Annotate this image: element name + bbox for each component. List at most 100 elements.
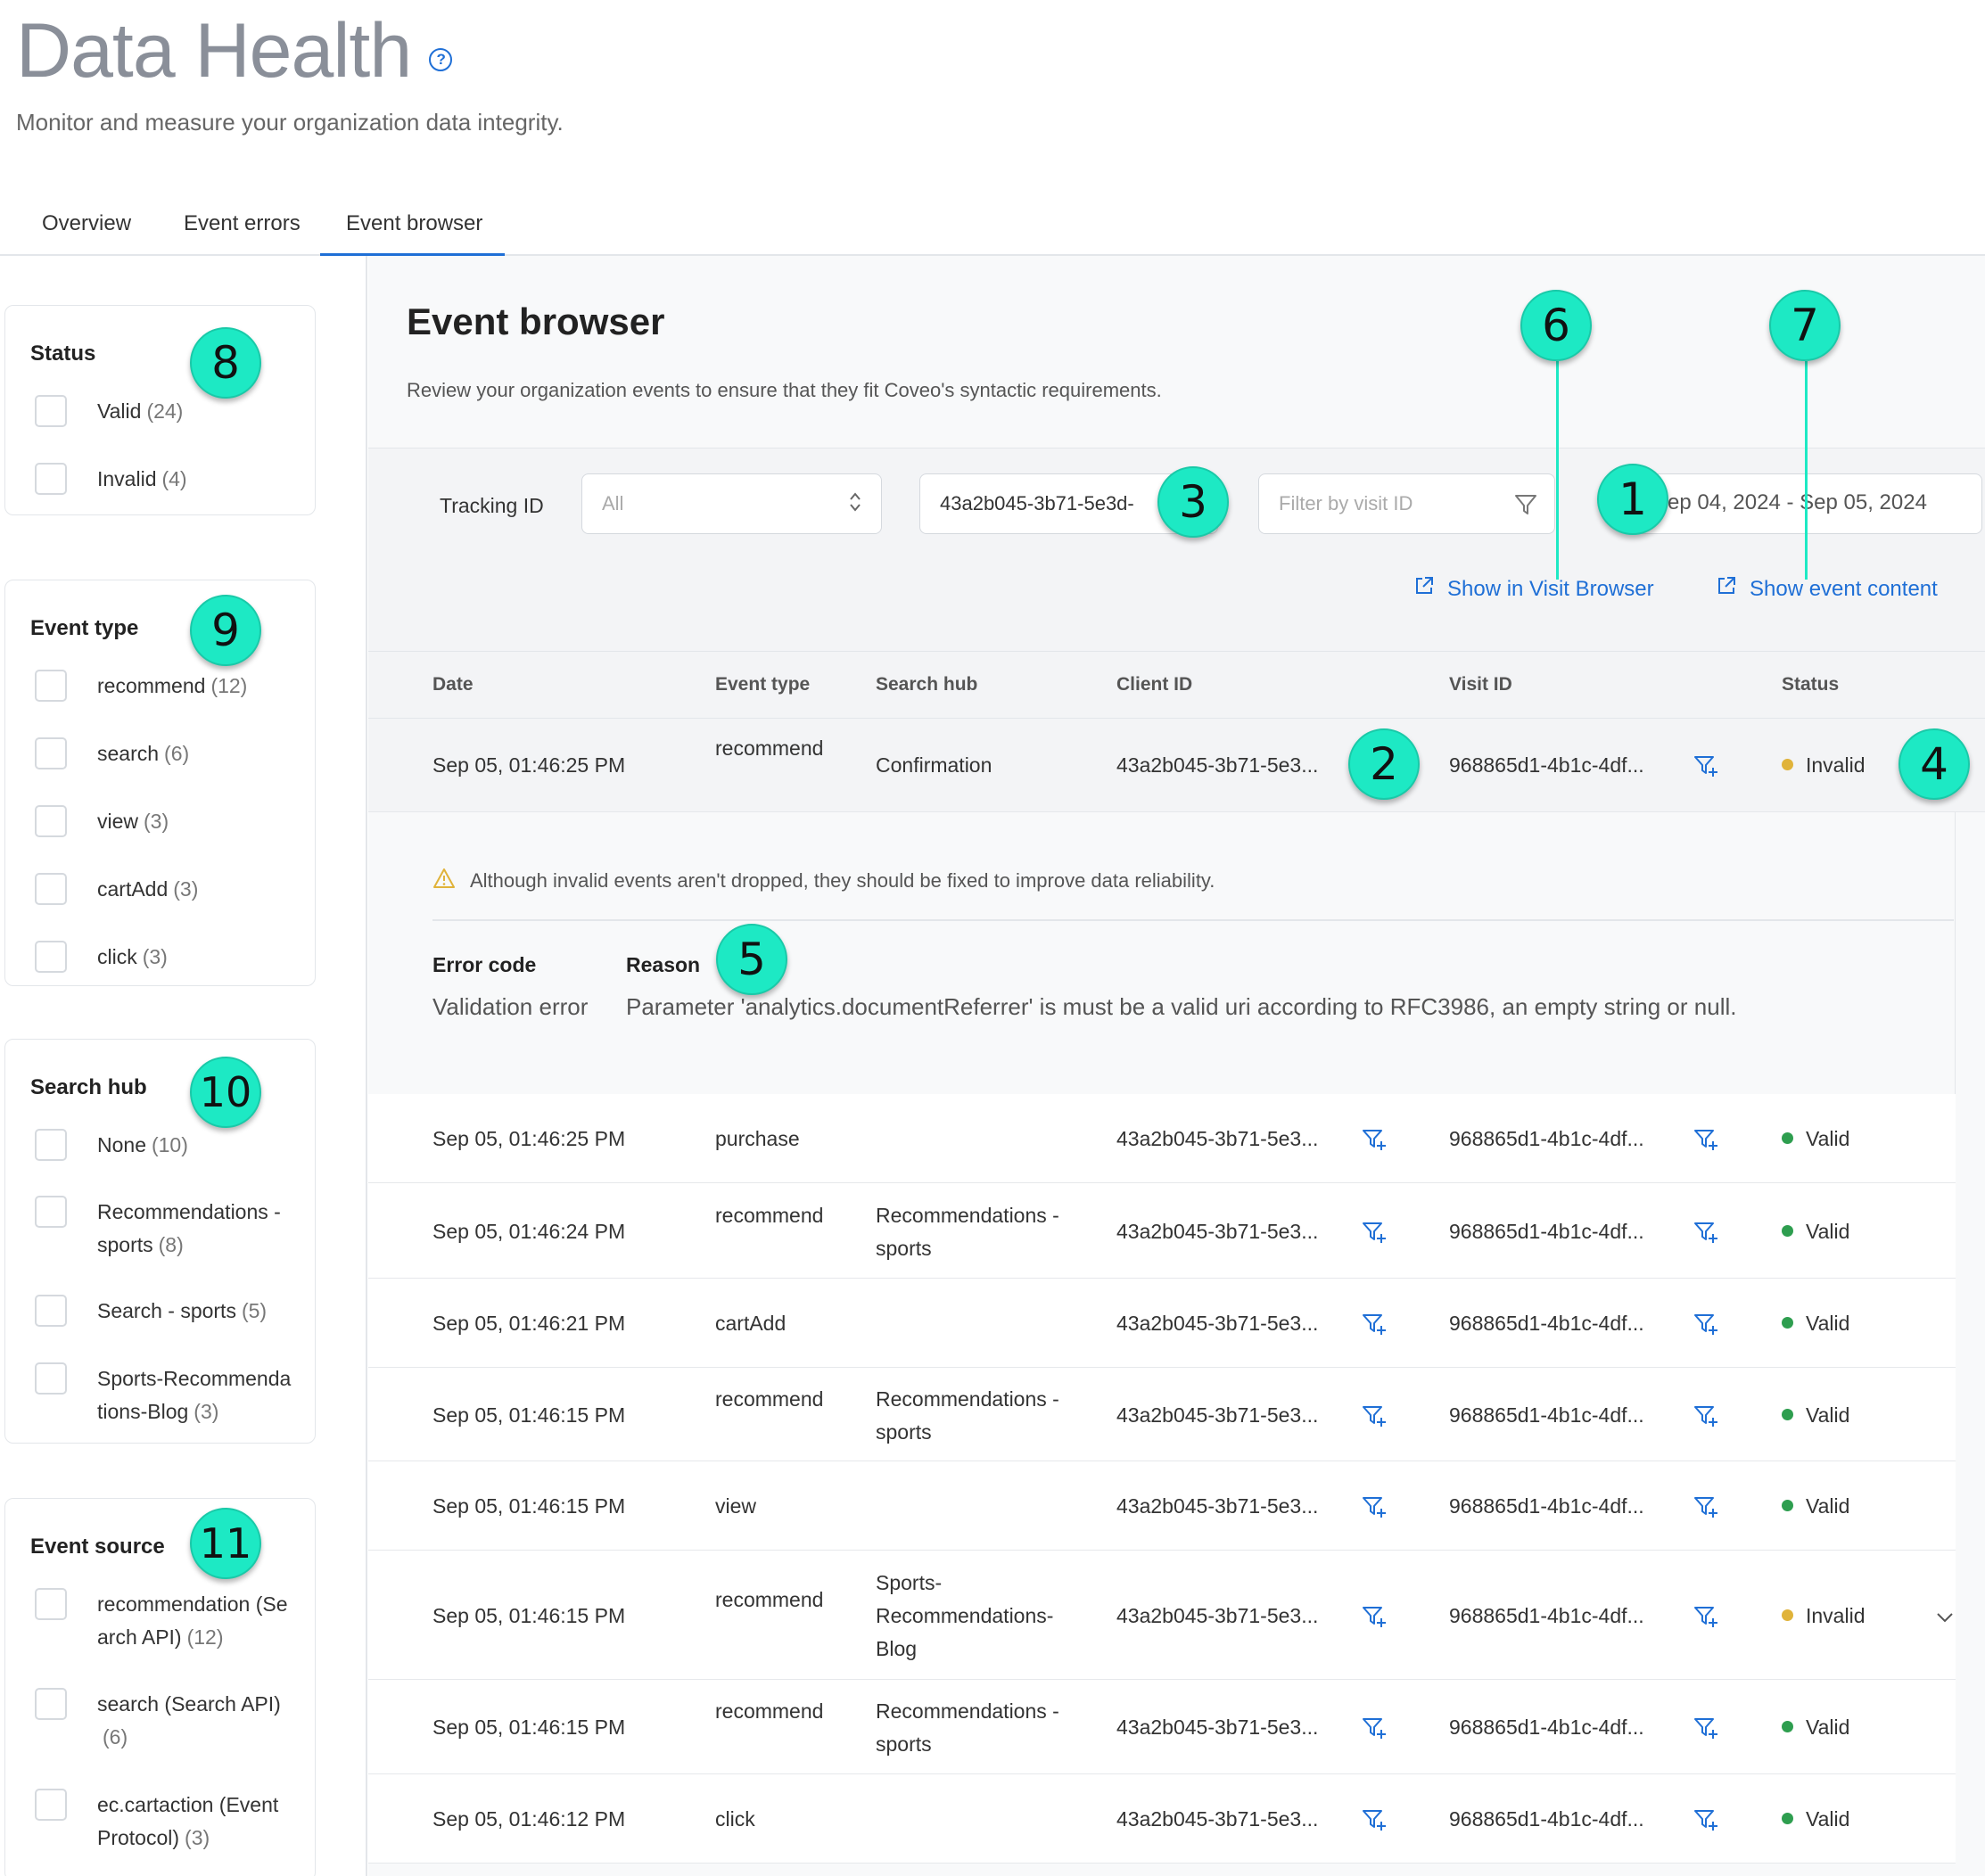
filter-add-icon[interactable] (1693, 1220, 1718, 1249)
callout-badge-1: 1 (1597, 464, 1668, 535)
checkbox[interactable] (35, 873, 67, 905)
show-event-content-link[interactable]: Show event content (1716, 575, 1938, 603)
column-header-status[interactable]: Status (1782, 674, 1839, 695)
tracking-id-select[interactable]: All (581, 473, 882, 534)
filter-add-icon[interactable] (1693, 1494, 1718, 1524)
table-row[interactable]: Sep 05, 01:46:15 PM recommend Sports-Recom… (368, 1551, 1956, 1680)
page-subtitle: Monitor and measure your organization da… (16, 109, 564, 136)
filter-add-icon[interactable] (1693, 1604, 1718, 1633)
facet-item-search-search-api[interactable]: search (Search API) (6) (35, 1688, 293, 1754)
facet-item-label: search (Search API) (97, 1692, 281, 1716)
chevron-down-icon[interactable] (1936, 1609, 1954, 1629)
facet-item-count: (12) (210, 674, 248, 697)
filter-add-icon[interactable] (1693, 1716, 1718, 1745)
cell-client-id: 43a2b045-3b71-5e3... (1116, 1312, 1319, 1335)
checkbox[interactable] (35, 1362, 67, 1395)
checkbox[interactable] (35, 395, 67, 427)
column-header-date[interactable]: Date (432, 674, 474, 695)
facet-item-search[interactable]: search (6) (35, 737, 293, 770)
facet-item-recommendation-search-api[interactable]: recommendation (Search API) (12) (35, 1588, 293, 1654)
reason-header: Reason (626, 953, 701, 976)
section-description: Review your organization events to ensur… (407, 379, 1162, 401)
table-row-expanded[interactable]: Sep 05, 01:46:25 PM recommend Confirmati… (368, 719, 1985, 812)
facet-title: Search hub (30, 1075, 147, 1099)
status-dot (1782, 1813, 1793, 1825)
cell-visit-id: 968865d1-4b1c-4df... (1449, 1494, 1644, 1518)
checkbox[interactable] (35, 941, 67, 973)
table-row[interactable]: Sep 05, 01:46:15 PM recommend Recommendati… (368, 1368, 1956, 1461)
facet-item-none[interactable]: None (10) (35, 1129, 293, 1162)
checkbox[interactable] (35, 1688, 67, 1720)
status-label: Valid (1806, 1219, 1850, 1243)
client-id-value: 43a2b045-3b71-5e3d- (940, 492, 1134, 514)
callout-badge-3: 3 (1157, 466, 1229, 538)
checkbox[interactable] (35, 1295, 67, 1327)
filter-add-icon[interactable] (1362, 1312, 1387, 1341)
filter-add-icon[interactable] (1362, 1807, 1387, 1837)
facet-item-recommendations-sports[interactable]: Recommendations - sports (8) (35, 1196, 293, 1262)
filter-add-icon[interactable] (1362, 1716, 1387, 1745)
section-title: Event browser (407, 300, 665, 342)
filter-add-icon[interactable] (1362, 1127, 1387, 1156)
divider (432, 919, 1954, 921)
tab-event-errors[interactable]: Event errors (184, 211, 301, 256)
table-row[interactable]: Sep 05, 01:46:25 PM purchase 43a2b045-3b71… (368, 1094, 1956, 1183)
facet-item-recommend[interactable]: recommend (12) (35, 670, 293, 703)
checkbox[interactable] (35, 1588, 67, 1620)
checkbox[interactable] (35, 463, 67, 495)
facet-item-cartadd[interactable]: cartAdd (3) (35, 873, 293, 906)
status-dot (1782, 1500, 1793, 1512)
facet-item-search-sports[interactable]: Search - sports (5) (35, 1295, 293, 1328)
filter-add-icon[interactable] (1693, 753, 1718, 783)
table-row[interactable]: Sep 05, 01:46:15 PM recommend Recommendati… (368, 1680, 1956, 1774)
facet-item-view[interactable]: view (3) (35, 805, 293, 838)
show-in-visit-browser-link[interactable]: Show in Visit Browser (1413, 575, 1654, 603)
facet-item-sports-recommendations-blog[interactable]: Sports-Recommendations-Blog (3) (35, 1362, 293, 1428)
column-header-event-type[interactable]: Event type (715, 674, 810, 695)
status-dot (1782, 1317, 1793, 1329)
checkbox[interactable] (35, 670, 67, 702)
checkbox[interactable] (35, 805, 67, 837)
column-header-visit-id[interactable]: Visit ID (1449, 674, 1512, 695)
table-row[interactable]: Sep 05, 01:46:15 PM view 43a2b045-3b71-5e3… (368, 1461, 1956, 1551)
filter-add-icon[interactable] (1362, 1220, 1387, 1249)
table-row[interactable]: Sep 05, 01:46:12 PM click 43a2b045-3b71-5e… (368, 1774, 1956, 1864)
date-range-picker[interactable]: Sep 04, 2024 - Sep 05, 2024 (1626, 473, 1982, 534)
show-event-content-label: Show event content (1750, 576, 1938, 601)
filter-add-icon[interactable] (1362, 1604, 1387, 1633)
checkbox[interactable] (35, 1789, 67, 1821)
cell-search-hub: Confirmation (876, 753, 992, 777)
filter-add-icon[interactable] (1693, 1807, 1718, 1837)
cell-visit-id: 968865d1-4b1c-4df... (1449, 1807, 1644, 1831)
facet-item-count: (3) (142, 945, 168, 968)
facet-item-ec-cartaction[interactable]: ec.cartaction (Event Protocol) (3) (35, 1789, 293, 1855)
table-row[interactable]: Sep 05, 01:46:24 PM recommend Recommendati… (368, 1183, 1956, 1279)
visit-id-input[interactable]: Filter by visit ID (1258, 473, 1555, 534)
filter-add-icon[interactable] (1362, 1403, 1387, 1433)
table-row[interactable]: Sep 05, 01:46:21 PM cartAdd 43a2b045-3b71-… (368, 1279, 1956, 1368)
checkbox[interactable] (35, 737, 67, 769)
facet-item-count: (10) (151, 1133, 188, 1156)
filter-add-icon[interactable] (1693, 1127, 1718, 1156)
facet-item-click[interactable]: click (3) (35, 941, 293, 974)
filter-add-icon[interactable] (1362, 1494, 1387, 1524)
tab-event-browser[interactable]: Event browser (320, 211, 505, 256)
cell-search-hub: Sports-Recommendations-Blog (876, 1570, 1054, 1660)
column-header-search-hub[interactable]: Search hub (876, 674, 977, 695)
column-header-client-id[interactable]: Client ID (1116, 674, 1192, 695)
facet-item-invalid[interactable]: Invalid (4) (35, 463, 293, 496)
filter-add-icon[interactable] (1693, 1403, 1718, 1433)
filter-add-icon[interactable] (1693, 1312, 1718, 1341)
cell-status: Valid (1782, 1307, 1849, 1340)
checkbox[interactable] (35, 1129, 67, 1161)
facet-item-count: (8) (158, 1233, 184, 1256)
facet-item-label: Invalid (97, 467, 157, 490)
help-icon[interactable]: ? (429, 47, 453, 71)
facet-item-valid[interactable]: Valid (24) (35, 395, 293, 428)
cell-search-hub: Recommendations - sports (876, 1203, 1059, 1260)
tracking-id-value: All (602, 492, 624, 514)
cell-client-id: 43a2b045-3b71-5e3... (1116, 1127, 1319, 1150)
checkbox[interactable] (35, 1196, 67, 1228)
cell-status: Invalid (1782, 1600, 1865, 1633)
tab-overview[interactable]: Overview (42, 211, 131, 256)
